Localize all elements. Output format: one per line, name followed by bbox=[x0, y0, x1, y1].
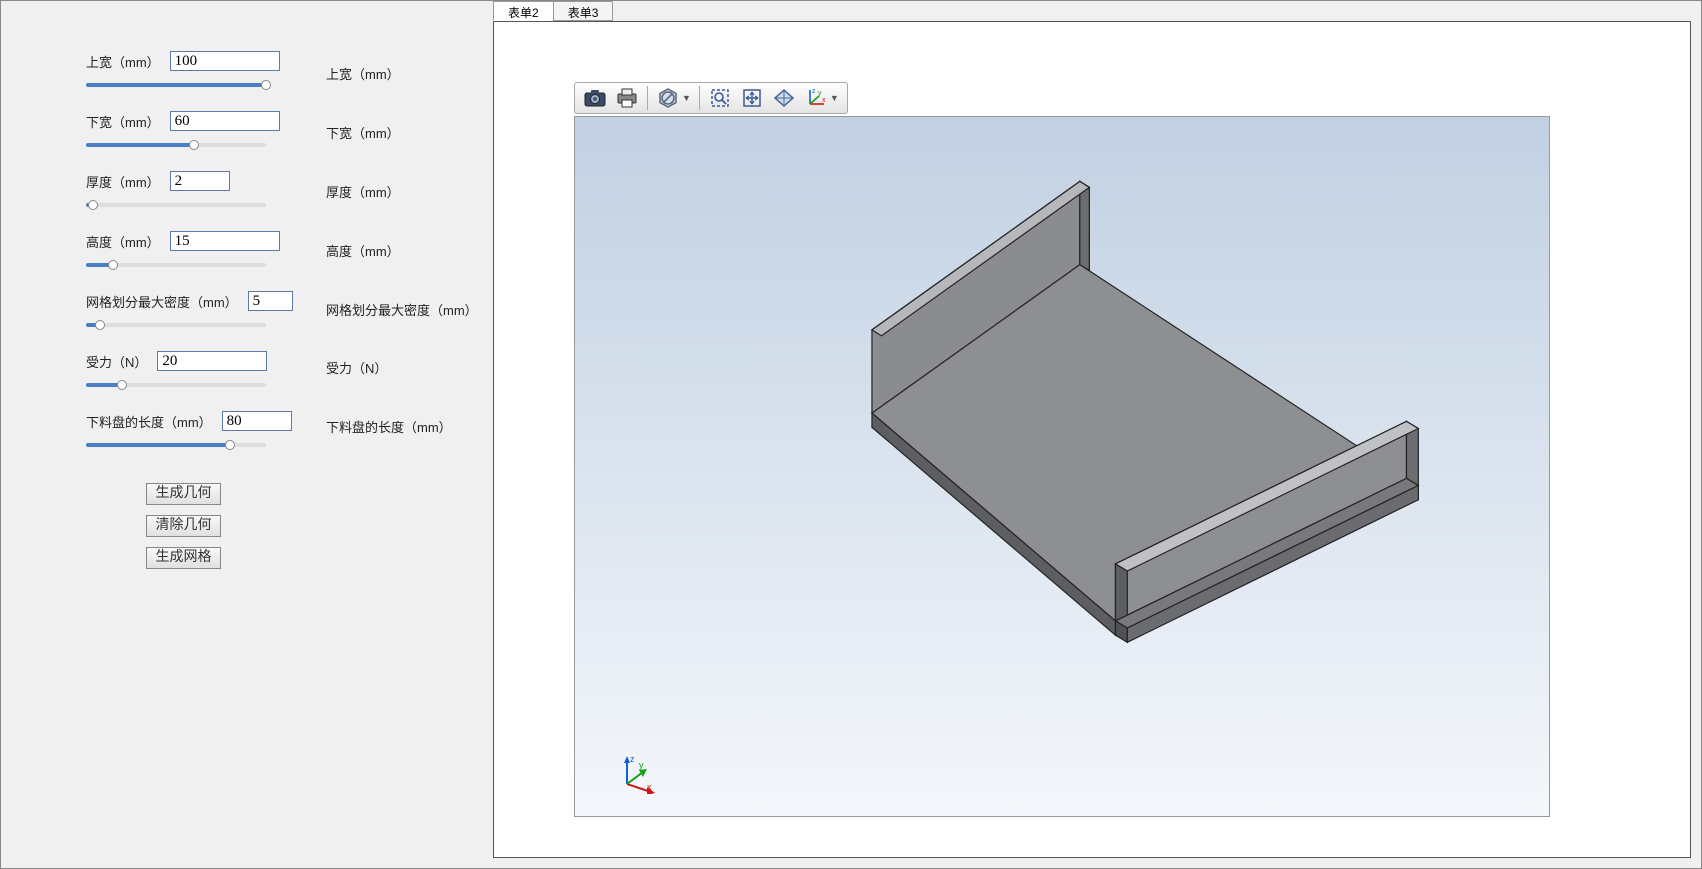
toolbar-separator bbox=[647, 86, 648, 110]
input-height[interactable] bbox=[170, 231, 280, 251]
tab-bar: 表单2 表单3 bbox=[493, 1, 1701, 21]
label2-mesh-density: 网格划分最大密度（mm） bbox=[326, 300, 478, 319]
slider-force[interactable] bbox=[86, 377, 463, 393]
svg-text:x: x bbox=[822, 97, 826, 104]
input-upper-width[interactable] bbox=[170, 51, 280, 71]
no-select-icon[interactable] bbox=[652, 84, 684, 112]
row-thickness: 厚度（mm） bbox=[86, 171, 463, 191]
viewer-frame: ▼ zxy ▼ bbox=[493, 21, 1691, 858]
label2-upper-width: 上宽（mm） bbox=[326, 64, 400, 83]
label2-lower-width: 下宽（mm） bbox=[326, 123, 400, 142]
svg-text:y: y bbox=[818, 90, 822, 97]
camera-icon[interactable] bbox=[579, 84, 611, 112]
label-length: 下料盘的长度（mm） bbox=[86, 412, 212, 431]
viewer-toolbar: ▼ zxy ▼ bbox=[574, 82, 848, 114]
label-force: 受力（N） bbox=[86, 352, 147, 371]
dropdown-icon[interactable]: ▼ bbox=[830, 93, 843, 103]
label-upper-width: 上宽（mm） bbox=[86, 52, 160, 71]
app-root: 上宽（mm） 下宽（mm） 厚度（mm） 高度（mm） bbox=[0, 0, 1702, 869]
svg-text:z: z bbox=[812, 88, 816, 95]
row-lower-width: 下宽（mm） bbox=[86, 111, 463, 131]
input-thickness[interactable] bbox=[170, 171, 230, 191]
axes-icon[interactable]: zxy bbox=[800, 84, 832, 112]
print-icon[interactable] bbox=[611, 84, 643, 112]
dropdown-icon[interactable]: ▼ bbox=[682, 93, 695, 103]
row-upper-width: 上宽（mm） bbox=[86, 51, 463, 71]
input-mesh-density[interactable] bbox=[248, 291, 293, 311]
clear-geometry-button[interactable]: 清除几何 bbox=[146, 515, 221, 537]
generate-mesh-button[interactable]: 生成网格 bbox=[146, 547, 221, 569]
button-group: 生成几何 清除几何 生成网格 bbox=[86, 483, 463, 569]
generate-geometry-button[interactable]: 生成几何 bbox=[146, 483, 221, 505]
slider-height[interactable] bbox=[86, 257, 463, 273]
label2-height: 高度（mm） bbox=[326, 241, 400, 260]
slider-upper-width[interactable] bbox=[86, 77, 463, 93]
label-lower-width: 下宽（mm） bbox=[86, 112, 160, 131]
slider-length[interactable] bbox=[86, 437, 463, 453]
parameter-panel: 上宽（mm） 下宽（mm） 厚度（mm） 高度（mm） bbox=[1, 1, 493, 868]
3d-viewport[interactable]: z x y bbox=[574, 116, 1550, 817]
label-height: 高度（mm） bbox=[86, 232, 160, 251]
axis-triad-icon: z x y bbox=[617, 754, 657, 794]
label2-thickness: 厚度（mm） bbox=[326, 182, 400, 201]
svg-text:y: y bbox=[639, 760, 644, 770]
svg-text:z: z bbox=[630, 754, 635, 764]
zoom-window-icon[interactable] bbox=[704, 84, 736, 112]
model-render bbox=[575, 117, 1549, 816]
input-length[interactable] bbox=[222, 411, 292, 431]
toolbar-separator bbox=[699, 86, 700, 110]
tab-form2[interactable]: 表单2 bbox=[493, 1, 554, 21]
slider-thickness[interactable] bbox=[86, 197, 463, 213]
label-mesh-density: 网格划分最大密度（mm） bbox=[86, 292, 238, 311]
zoom-fit-icon[interactable] bbox=[736, 84, 768, 112]
label2-force: 受力（N） bbox=[326, 358, 387, 377]
row-height: 高度（mm） bbox=[86, 231, 463, 251]
right-panel: 表单2 表单3 ▼ bbox=[493, 1, 1701, 868]
label2-length: 下料盘的长度（mm） bbox=[326, 417, 452, 436]
row-force: 受力（N） bbox=[86, 351, 463, 371]
label-thickness: 厚度（mm） bbox=[86, 172, 160, 191]
slider-lower-width[interactable] bbox=[86, 137, 463, 153]
svg-text:x: x bbox=[647, 782, 652, 792]
ortho-icon[interactable] bbox=[768, 84, 800, 112]
tab-form3[interactable]: 表单3 bbox=[553, 1, 614, 21]
slider-mesh-density[interactable] bbox=[86, 317, 463, 333]
input-force[interactable] bbox=[157, 351, 267, 371]
input-lower-width[interactable] bbox=[170, 111, 280, 131]
